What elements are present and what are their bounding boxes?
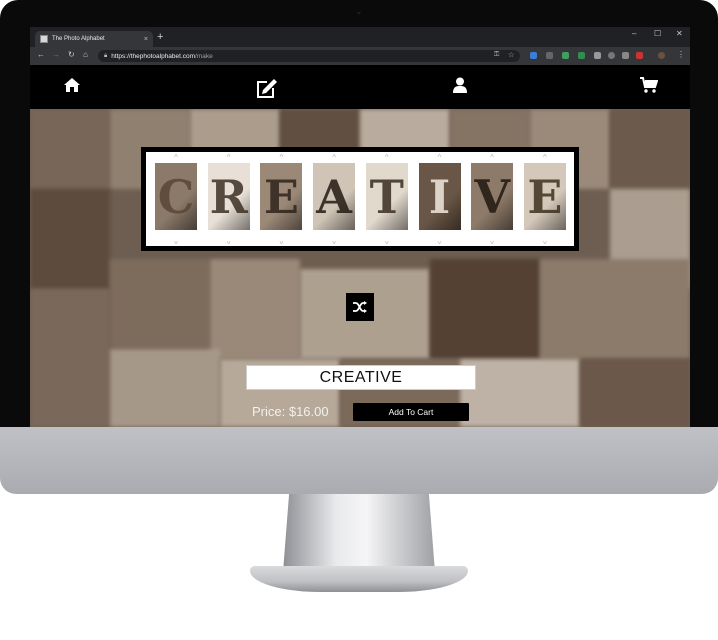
letter-photo[interactable]: E (523, 163, 566, 230)
chevron-up-icon[interactable]: ^ (416, 154, 464, 162)
extension-icon[interactable] (636, 52, 643, 59)
price-label: Price: $16.00 (252, 404, 329, 419)
letter-glyph: V (474, 169, 511, 224)
favicon-icon (40, 35, 48, 43)
forward-icon[interactable]: → (52, 50, 60, 60)
letter-slot: ^ I ^ (416, 152, 464, 246)
avatar[interactable] (658, 52, 665, 59)
chevron-down-icon[interactable]: ^ (257, 236, 305, 245)
tab-title: The Photo Alphabet (52, 36, 105, 42)
letter-slot: ^ V ^ (468, 152, 516, 246)
close-window-icon[interactable]: ✕ (676, 29, 683, 38)
letter-glyph: T (369, 169, 404, 224)
edit-icon[interactable] (254, 75, 280, 99)
chevron-down-icon[interactable]: ^ (521, 236, 569, 245)
word-input[interactable]: CREATIVE (246, 365, 476, 390)
chevron-down-icon[interactable]: ^ (363, 236, 411, 245)
extension-icon[interactable] (562, 52, 569, 59)
letter-frame: ^ C ^ ^ R ^ ^ E ^ ^ A ^ ^ T ^ ^ I ^ ^ V ^ ^ E ^ (141, 147, 579, 251)
lock-icon: 🔒︎ (104, 52, 108, 59)
monitor-chin (0, 427, 718, 494)
monitor-stand-base (250, 566, 468, 592)
home-browser-icon[interactable]: ⌂ (83, 50, 88, 60)
user-icon[interactable] (453, 77, 467, 93)
letter-slot: ^ C ^ (152, 152, 200, 246)
chevron-down-icon[interactable]: ^ (468, 236, 516, 245)
minimize-icon[interactable]: – (632, 29, 636, 38)
site-nav (30, 65, 690, 109)
chevron-up-icon[interactable]: ^ (205, 154, 253, 162)
letter-glyph: I (428, 169, 451, 224)
letter-photo[interactable]: C (155, 163, 197, 230)
address-bar[interactable]: 🔒︎ https://thephotoalphabet.com /make ⚿ … (98, 50, 520, 62)
chevron-up-icon[interactable]: ^ (257, 154, 305, 162)
tab-bar: The Photo Alphabet × + – ☐ ✕ (30, 27, 690, 47)
letter-photo[interactable]: I (418, 163, 461, 230)
letter-photo[interactable]: E (260, 163, 303, 230)
letter-photo[interactable]: V (471, 163, 514, 230)
chevron-down-icon[interactable]: ^ (152, 236, 200, 245)
url-domain: https://thephotoalphabet.com (111, 52, 196, 60)
cart-icon[interactable] (640, 77, 658, 93)
browser-tab[interactable]: The Photo Alphabet × (35, 31, 153, 47)
chevron-up-icon[interactable]: ^ (468, 154, 516, 162)
url-path: /make (195, 52, 213, 60)
letter-slot: ^ E ^ (257, 152, 305, 246)
letter-glyph: E (527, 169, 563, 224)
chevron-up-icon[interactable]: ^ (152, 154, 200, 162)
letter-photo[interactable]: T (365, 163, 408, 230)
extension-icon[interactable] (608, 52, 615, 59)
letter-glyph: A (316, 169, 352, 224)
chevron-down-icon[interactable]: ^ (310, 236, 358, 245)
letter-slot: ^ T ^ (363, 152, 411, 246)
letter-glyph: C (157, 169, 195, 224)
key-icon[interactable]: ⚿ (494, 51, 499, 59)
chevron-down-icon[interactable]: ^ (416, 236, 464, 245)
back-icon[interactable]: ← (37, 50, 45, 60)
menu-kebab-icon[interactable]: ⋮ (677, 50, 685, 60)
home-icon[interactable] (63, 77, 81, 93)
letter-photo[interactable]: A (313, 163, 356, 230)
extension-icon[interactable] (594, 52, 601, 59)
shuffle-button[interactable] (346, 293, 374, 321)
shuffle-icon (353, 301, 367, 313)
extension-icon[interactable] (578, 52, 585, 59)
letter-slot: ^ E ^ (521, 152, 569, 246)
chevron-up-icon[interactable]: ^ (521, 154, 569, 162)
letter-slot: ^ A ^ (310, 152, 358, 246)
add-to-cart-button[interactable]: Add To Cart (353, 403, 469, 421)
browser-toolbar: ← → ↻ ⌂ 🔒︎ https://thephotoalphabet.com … (30, 47, 690, 65)
letter-photo[interactable]: R (207, 163, 250, 230)
letter-glyph: E (263, 169, 299, 224)
new-tab-button[interactable]: + (157, 30, 163, 44)
letter-glyph: R (209, 169, 248, 224)
monitor-stand-neck (283, 494, 435, 572)
bookmark-star-icon[interactable]: ☆ (508, 51, 514, 59)
extension-icon[interactable] (622, 52, 629, 59)
camera-notch: ⌄ (355, 7, 363, 16)
browser-screen: The Photo Alphabet × + – ☐ ✕ ← → ↻ ⌂ 🔒︎ … (30, 27, 690, 427)
letter-strip: ^ C ^ ^ R ^ ^ E ^ ^ A ^ ^ T ^ ^ I ^ ^ V ^ ^ E ^ (146, 152, 574, 246)
chevron-up-icon[interactable]: ^ (310, 154, 358, 162)
reload-icon[interactable]: ↻ (68, 50, 75, 60)
hero-background: ^ C ^ ^ R ^ ^ E ^ ^ A ^ ^ T ^ ^ I ^ ^ V ^ ^ E ^ CREATIVE Price:… (30, 109, 690, 427)
chevron-up-icon[interactable]: ^ (363, 154, 411, 162)
extension-icon[interactable] (530, 52, 537, 59)
chevron-down-icon[interactable]: ^ (205, 236, 253, 245)
close-tab-icon[interactable]: × (144, 36, 148, 43)
maximize-icon[interactable]: ☐ (654, 29, 661, 38)
letter-slot: ^ R ^ (205, 152, 253, 246)
extension-icon[interactable] (546, 52, 553, 59)
